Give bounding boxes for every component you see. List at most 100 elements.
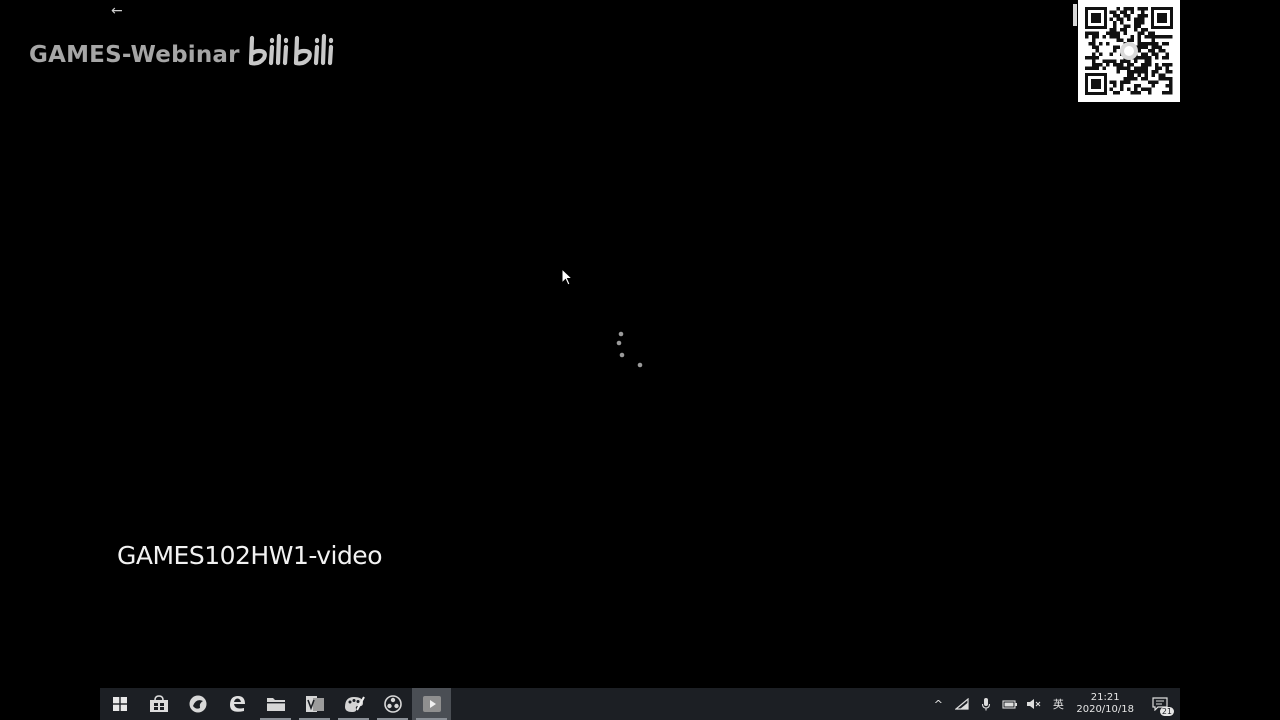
bilibili-logo: [248, 33, 333, 66]
qr-module: [1137, 49, 1141, 53]
qr-module: [1141, 28, 1145, 32]
qr-module: [1137, 38, 1141, 42]
tray-network[interactable]: [950, 688, 974, 720]
qr-module: [1127, 77, 1131, 81]
taskbar-obs[interactable]: [373, 688, 412, 720]
qr-module: [1113, 21, 1117, 25]
qr-module: [1088, 66, 1092, 70]
qr-module: [1085, 31, 1089, 35]
qr-module: [1123, 59, 1127, 63]
taskbar-video-player[interactable]: [412, 688, 451, 720]
tray-ime[interactable]: 英: [1046, 688, 1070, 720]
notification-center-button[interactable]: 21: [1140, 688, 1180, 720]
qr-module: [1116, 91, 1120, 95]
qr-module: [1144, 63, 1148, 67]
qr-module: [1092, 59, 1096, 63]
qr-module: [1148, 56, 1152, 60]
qr-module: [1130, 38, 1134, 42]
qr-module: [1085, 66, 1089, 70]
qr-module: [1165, 63, 1169, 67]
qr-module: [1144, 7, 1148, 11]
qr-module: [1095, 49, 1099, 53]
edge-icon: [229, 696, 245, 712]
tray-microphone[interactable]: [974, 688, 998, 720]
qr-module: [1151, 73, 1155, 77]
qr-module: [1085, 56, 1089, 60]
tray-volume[interactable]: [1022, 688, 1046, 720]
qr-module: [1088, 56, 1092, 60]
qr-module: [1123, 80, 1127, 84]
qr-module: [1165, 77, 1169, 81]
qr-module: [1106, 63, 1110, 67]
qr-module: [1113, 63, 1117, 67]
qr-module: [1165, 70, 1169, 74]
qr-module: [1155, 45, 1159, 49]
taskbar-edge[interactable]: [217, 688, 256, 720]
qr-module: [1148, 59, 1152, 63]
back-arrow-icon[interactable]: ←: [111, 3, 123, 19]
video-screen: ← GAMES-Webinar GAMES102HW1-video ^ 英 21…: [0, 0, 1280, 720]
tray-clock[interactable]: 21:21 2020/10/18: [1070, 692, 1140, 716]
qr-module: [1102, 35, 1106, 39]
mouse-cursor-icon: [561, 268, 573, 286]
qr-module: [1113, 80, 1117, 84]
qr-module: [1165, 84, 1169, 88]
qr-module: [1141, 70, 1145, 74]
qr-module: [1141, 77, 1145, 81]
qr-module: [1127, 63, 1131, 67]
qr-module: [1158, 66, 1162, 70]
palette-icon: [344, 696, 365, 712]
qr-module: [1134, 91, 1138, 95]
qr-module: [1130, 10, 1134, 14]
start-button[interactable]: [100, 688, 139, 720]
globe-icon: [189, 695, 206, 713]
qr-module: [1137, 17, 1141, 21]
qr-module: [1092, 31, 1096, 35]
qr-module: [1169, 63, 1173, 67]
qr-module: [1116, 31, 1120, 35]
qr-module: [1137, 66, 1141, 70]
qr-module: [1137, 14, 1141, 18]
tray-battery[interactable]: [998, 688, 1022, 720]
qr-module: [1120, 17, 1124, 21]
qr-module: [1120, 80, 1124, 84]
qr-module: [1120, 87, 1124, 91]
qr-module: [1092, 45, 1096, 49]
store-bag-icon: [149, 695, 168, 712]
qr-module: [1134, 28, 1138, 32]
qr-module: [1148, 80, 1152, 84]
qr-module: [1151, 52, 1155, 56]
qr-module: [1116, 63, 1120, 67]
taskbar-file-explorer[interactable]: [256, 688, 295, 720]
qr-module: [1141, 63, 1145, 67]
qr-module: [1155, 63, 1159, 67]
taskbar-store[interactable]: [139, 688, 178, 720]
qr-module: [1162, 63, 1166, 67]
qr-module: [1137, 56, 1141, 60]
folder-icon: [266, 698, 285, 711]
qr-module: [1120, 38, 1124, 42]
qr-module: [1169, 77, 1173, 81]
qr-module: [1088, 31, 1092, 35]
qr-module: [1144, 52, 1148, 56]
qr-module: [1134, 24, 1138, 28]
qr-module: [1123, 7, 1127, 11]
taskbar-document-app[interactable]: [295, 688, 334, 720]
qr-module: [1169, 87, 1173, 91]
qr-module: [1151, 35, 1155, 39]
qr-module: [1116, 14, 1120, 18]
qr-module: [1155, 56, 1159, 60]
qr-module: [1144, 77, 1148, 81]
qr-module: [1148, 31, 1152, 35]
qr-module: [1116, 35, 1120, 39]
qr-module: [1088, 42, 1092, 46]
qr-module: [1151, 31, 1155, 35]
watermark-text: GAMES-Webinar: [29, 42, 240, 68]
qr-module: [1144, 56, 1148, 60]
qr-module: [1116, 7, 1120, 11]
qr-module: [1155, 80, 1159, 84]
taskbar-paint[interactable]: [334, 688, 373, 720]
taskbar-browser[interactable]: [178, 688, 217, 720]
qr-module: [1137, 91, 1141, 95]
tray-chevron-icon[interactable]: ^: [926, 688, 950, 720]
